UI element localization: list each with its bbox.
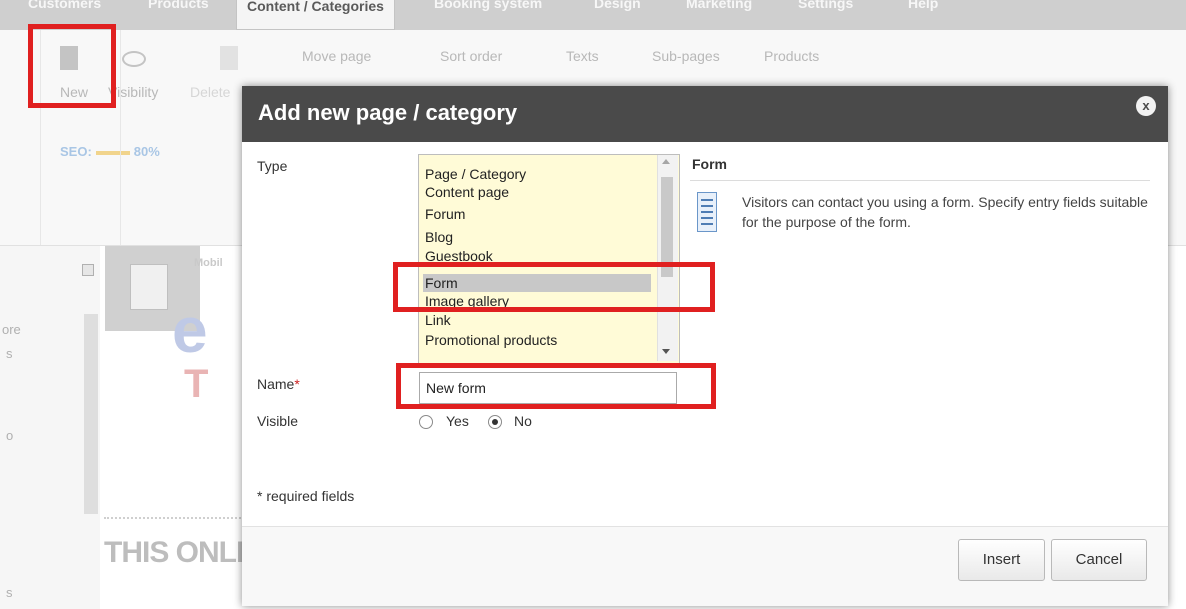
divider [104, 517, 244, 519]
visible-yes-label[interactable]: Yes [446, 413, 469, 429]
tab-settings[interactable]: Settings [788, 0, 863, 14]
info-title: Form [692, 156, 727, 172]
info-description: Visitors can contact you using a form. S… [742, 194, 1148, 230]
rail-text: o [6, 428, 14, 443]
dialog-footer: Insert Cancel [242, 527, 1168, 606]
site-logo: e [172, 294, 208, 366]
eye-icon[interactable] [122, 51, 146, 67]
visible-yes-radio[interactable] [419, 415, 433, 429]
type-option[interactable]: Blog [425, 228, 453, 246]
highlight-name-input [396, 363, 716, 409]
info-divider [690, 180, 1150, 181]
highlight-new-button [28, 24, 116, 108]
dialog-header: Add new page / category x [242, 86, 1168, 142]
seo-value: 80% [133, 144, 160, 159]
visible-label: Visible [257, 413, 298, 429]
type-option[interactable]: Forum [425, 205, 465, 223]
banner-text: THIS ONLIN [104, 536, 265, 569]
tab-booking-system[interactable]: Booking system [424, 0, 552, 14]
tab-customers[interactable]: Customers [18, 0, 111, 14]
site-logo-sub: T [184, 362, 209, 406]
texts-button[interactable]: Texts [566, 48, 599, 64]
expand-icon[interactable] [82, 264, 94, 276]
dialog-title: Add new page / category [258, 100, 518, 125]
rail-scrollbar[interactable] [84, 314, 98, 514]
seo-indicator: SEO: 80% [60, 144, 160, 159]
type-option[interactable]: Promotional products [425, 331, 557, 349]
sort-order-button[interactable]: Sort order [440, 48, 502, 64]
rail-text: s [6, 585, 13, 600]
required-mark: * [294, 376, 300, 392]
type-option[interactable]: Content page [425, 183, 509, 201]
document-icon [130, 264, 168, 310]
name-label-text: Name [257, 376, 295, 392]
required-note: * required fields [257, 488, 355, 504]
rail-text: ore [2, 322, 21, 337]
visible-no-radio[interactable] [488, 415, 502, 429]
add-page-dialog: Add new page / category x Type Page / Ca… [242, 86, 1168, 606]
delete-button[interactable]: Delete [190, 84, 230, 100]
visible-no-label[interactable]: No [514, 413, 532, 429]
name-label: Name* [257, 376, 300, 392]
trash-icon[interactable] [220, 46, 238, 70]
top-navigation: Customers Products Content / Categories … [0, 0, 1186, 30]
tab-design[interactable]: Design [584, 0, 651, 14]
products-button[interactable]: Products [764, 48, 819, 64]
scroll-up-arrow-icon[interactable] [662, 159, 670, 164]
scroll-down-arrow-icon[interactable] [662, 349, 670, 354]
insert-button[interactable]: Insert [958, 539, 1045, 581]
tab-help[interactable]: Help [898, 0, 948, 14]
toolbar-divider [120, 30, 121, 245]
seo-label: SEO: [60, 144, 92, 159]
type-option[interactable]: Page / Category [425, 165, 526, 183]
type-option[interactable]: Link [425, 311, 451, 329]
rail-text: s [6, 346, 13, 361]
type-label: Type [257, 158, 288, 174]
sub-pages-button[interactable]: Sub-pages [652, 48, 720, 64]
highlight-form-option [393, 262, 715, 312]
cancel-button[interactable]: Cancel [1051, 539, 1147, 581]
type-listbox[interactable]: Page / Category Content page Forum Blog … [418, 154, 680, 364]
mobile-label: Mobil [194, 257, 223, 269]
tab-content-categories[interactable]: Content / Categories [236, 0, 395, 30]
seo-bar [95, 150, 130, 155]
move-page-button[interactable]: Move page [302, 48, 371, 64]
tab-marketing[interactable]: Marketing [676, 0, 762, 14]
tab-products[interactable]: Products [138, 0, 219, 14]
close-icon[interactable]: x [1136, 96, 1156, 116]
form-icon [697, 192, 717, 232]
